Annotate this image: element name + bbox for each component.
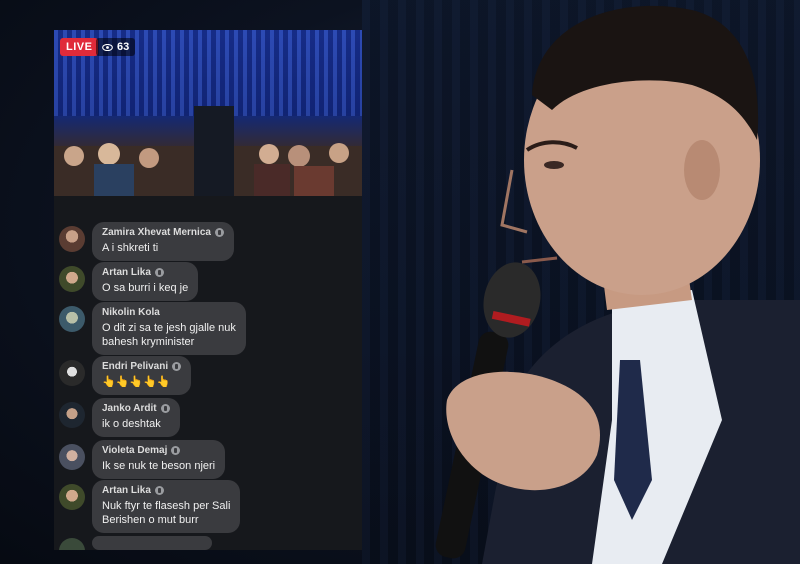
avatar[interactable] [59, 402, 85, 428]
fan-badge-icon [154, 486, 164, 495]
comment-author[interactable]: Nikolin Kola [102, 307, 160, 318]
live-badge: LIVE [60, 38, 99, 56]
comment-author[interactable]: Janko Ardit [102, 403, 157, 414]
comment-text: 👆👆👆👆👆 [102, 376, 171, 388]
fan-badge-icon [171, 446, 181, 455]
viewer-count-value: 63 [117, 41, 130, 53]
comment-author[interactable]: Zamira Xhevat Mernica [102, 227, 211, 238]
comment-author[interactable]: Violeta Demaj [102, 445, 167, 456]
audience-illustration [54, 106, 362, 196]
comment-bubble: Artan Lika Nuk ftyr te flasesh per Sali … [92, 480, 241, 533]
comment-text-line2: Berishen o mut burr [102, 514, 199, 526]
avatar[interactable] [59, 266, 85, 292]
comment-text: ik o deshtak [102, 418, 161, 430]
comment-text-line2: bahesh kryminister [102, 336, 195, 348]
comment-text: O sa burri i keq je [102, 282, 189, 294]
live-stream-phone: LIVE 63 Zamira Xhevat Mernica A i shkret… [54, 30, 362, 550]
avatar[interactable] [59, 360, 85, 386]
avatar[interactable] [59, 444, 85, 470]
comment-bubble: Janko Ardit ik o deshtak [92, 398, 180, 437]
avatar[interactable] [59, 226, 85, 252]
comment-text: Nuk ftyr te flasesh per Sali [102, 500, 231, 512]
viewer-count: 63 [96, 38, 136, 56]
avatar[interactable] [59, 306, 85, 332]
comment-text: Ik se nuk te beson njeri [102, 460, 216, 472]
comment-bubble: Artan Lika O sa burri i keq je [92, 262, 199, 301]
speaker-portrait [362, 0, 800, 564]
comment-author[interactable]: Artan Lika [102, 267, 151, 278]
comment-bubble: Violeta Demaj Ik se nuk te beson njeri [92, 440, 226, 479]
fan-badge-icon [154, 268, 164, 277]
avatar[interactable] [59, 538, 85, 550]
comment-author[interactable]: Endri Pelivani [102, 361, 168, 372]
comment-bubble: Endri Pelivani 👆👆👆👆👆 [92, 356, 192, 395]
comment-bubble: Zamira Xhevat Mernica A i shkreti ti [92, 222, 234, 261]
eye-icon [102, 43, 113, 51]
comment-bubble [92, 536, 212, 550]
speaker-illustration [435, 5, 800, 564]
comment-text: A i shkreti ti [102, 242, 159, 254]
fan-badge-icon [172, 362, 182, 371]
avatar[interactable] [59, 484, 85, 510]
fan-badge-icon [160, 404, 170, 413]
comment-author[interactable]: Artan Lika [102, 485, 151, 496]
fan-badge-icon [214, 228, 224, 237]
comment-bubble: Nikolin Kola O dit zi sa te jesh gjalle … [92, 302, 246, 355]
comment-text: O dit zi sa te jesh gjalle nuk [102, 322, 236, 334]
live-video[interactable]: LIVE 63 [54, 30, 362, 196]
